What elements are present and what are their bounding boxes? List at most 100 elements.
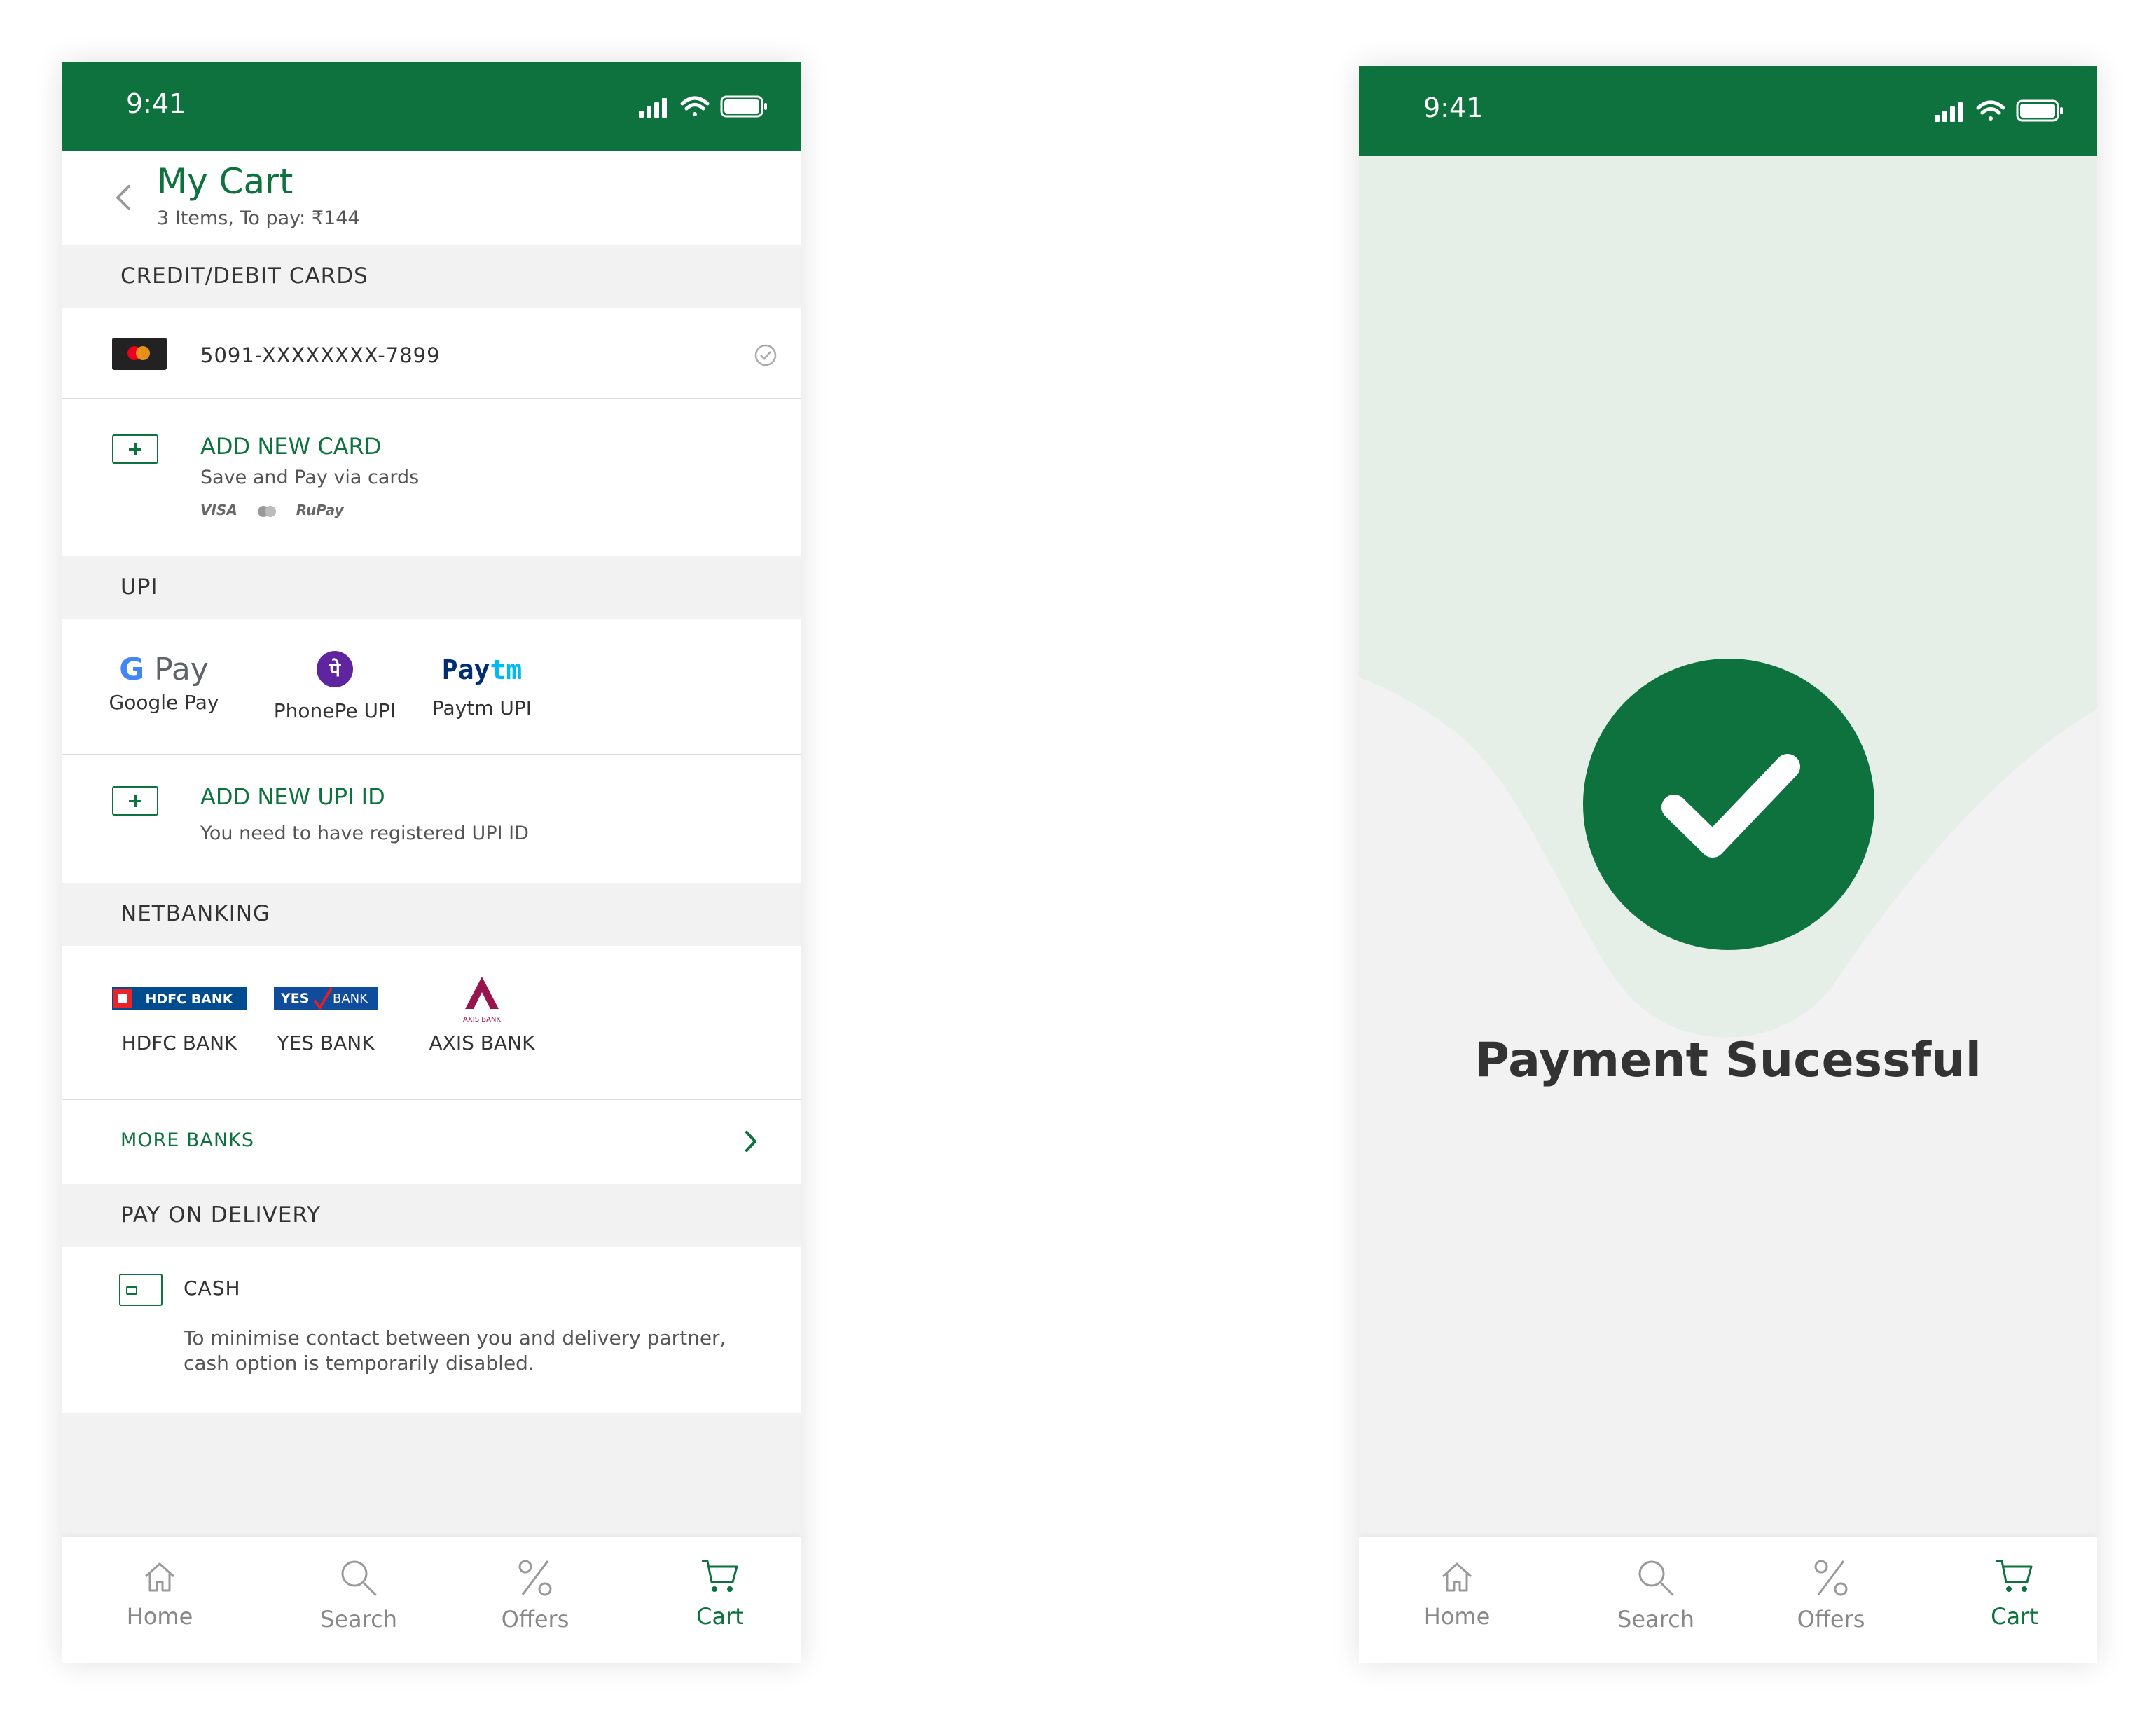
section-title: UPI [120,575,158,600]
payment-success-screen: 9:41 Payment Sucessful Home Search Offer… [1359,66,2097,1663]
cart-icon [1996,1560,2033,1592]
upi-google-pay[interactable]: G Pay Google Pay [101,652,227,714]
wifi-icon [680,96,710,116]
cart-summary: 3 Items, To pay: ₹144 [157,207,360,229]
svg-text:AXIS BANK: AXIS BANK [463,1016,501,1024]
cash-label: CASH [184,1277,241,1300]
add-new-upi-row[interactable]: ADD NEW UPI ID You need to have register… [62,755,801,883]
add-card-icon [112,434,158,464]
section-title: CREDIT/DEBIT CARDS [120,263,368,289]
back-arrow-icon[interactable] [113,184,132,214]
tab-label: Home [126,1603,193,1630]
upi-label: Google Pay [109,691,219,714]
check-circle-icon[interactable] [754,343,778,370]
add-card-subtitle: Save and Pay via cards [200,467,420,488]
status-time: 9:41 [1423,92,1484,123]
status-bar: 9:41 [62,62,801,151]
page-title: My Cart [157,161,293,202]
search-icon [1638,1560,1674,1596]
upi-apps-row: G Pay Google Pay पे PhonePe UPI Paytm Pa… [62,619,801,754]
bank-label: AXIS BANK [429,1031,535,1054]
more-banks-row[interactable]: MORE BANKS [62,1100,801,1184]
phonepe-logo: पे [265,650,405,699]
tab-label: Search [1617,1606,1694,1633]
battery-icon [2016,99,2063,122]
bank-hdfc[interactable]: HDFC BANK HDFC BANK [109,987,249,1054]
visa-logo: VISA [200,502,237,518]
percent-icon [518,1560,552,1596]
tab-label: Offers [501,1606,569,1633]
tab-label: Cart [1991,1603,2038,1630]
cart-screen: 9:41 My Cart 3 Items, To pay: ₹144 CREDI… [62,62,801,1663]
tab-home[interactable]: Home [1394,1558,1520,1630]
bank-label: HDFC BANK [121,1031,237,1054]
status-bar: 9:41 [1359,66,2097,156]
add-card-title: ADD NEW CARD [200,433,382,460]
status-time: 9:41 [126,88,186,119]
wallet-icon [119,1274,163,1306]
wifi-icon [1976,100,2005,121]
bank-axis[interactable]: AXIS BANK AXIS BANK [426,971,538,1054]
tab-label: Offers [1797,1606,1865,1633]
paytm-logo: Paytm [441,654,523,685]
cash-disabled-note: To minimise contact between you and deli… [184,1326,726,1375]
percent-icon [1814,1560,1848,1596]
svg-text:BANK: BANK [333,991,368,1006]
upi-phonepe[interactable]: पे PhonePe UPI [265,650,405,722]
saved-card-number: 5091-XXXXXXXX-7899 [200,343,441,367]
tab-search[interactable]: Search [1593,1558,1719,1633]
bank-yes[interactable]: YES BANK YES BANK [273,987,378,1054]
checkmark-icon [1661,754,1800,858]
signal-icon [1935,102,1963,122]
banks-row: HDFC BANK HDFC BANK YES BANK YES BANK AX… [62,946,801,1099]
tab-label: Search [320,1606,397,1633]
home-icon [1442,1562,1472,1592]
cash-option-row: CASH To minimise contact between you and… [62,1247,801,1413]
tab-offers[interactable]: Offers [1768,1558,1894,1633]
section-title: NETBANKING [120,901,271,926]
bottom-tab-bar: Home Search Offers Cart [1359,1537,2097,1663]
search-icon [341,1560,377,1596]
tab-label: Home [1423,1603,1491,1630]
tab-offers[interactable]: Offers [472,1558,598,1633]
section-title: PAY ON DELIVERY [120,1202,321,1228]
saved-card-row[interactable]: 5091-XXXXXXXX-7899 [62,308,801,398]
svg-text:पे: पे [329,658,341,681]
bank-label: YES BANK [277,1031,375,1054]
upi-paytm[interactable]: Paytm Paytm UPI [426,654,538,720]
google-pay-logo: G Pay [119,652,209,687]
tab-cart[interactable]: Cart [657,1558,783,1630]
add-upi-icon [112,786,158,816]
signal-icon [639,98,667,118]
tab-search[interactable]: Search [296,1558,422,1633]
axis-bank-logo: AXIS BANK [426,971,538,1031]
section-header-cards: CREDIT/DEBIT CARDS [62,245,801,308]
hdfc-logo: HDFC BANK [109,987,249,1031]
add-new-card-row[interactable]: ADD NEW CARD Save and Pay via cards VISA… [62,399,801,556]
tab-label: Cart [696,1603,744,1630]
card-networks: VISA RuPay [200,502,344,518]
svg-text:HDFC BANK: HDFC BANK [145,991,233,1007]
rupay-logo: RuPay [296,502,344,518]
bottom-tab-bar: Home Search Offers Cart [62,1537,801,1663]
status-icons [639,92,772,123]
background-wave [1359,156,2097,1038]
section-header-pay-on-delivery: PAY ON DELIVERY [62,1184,801,1247]
success-badge [1583,659,1874,950]
yes-bank-logo: YES BANK [273,987,378,1031]
home-icon [144,1562,175,1592]
cart-header: My Cart 3 Items, To pay: ₹144 [62,151,801,245]
upi-label: PhonePe UPI [273,699,396,722]
cart-icon [702,1560,738,1592]
mastercard-logo-icon [257,505,276,517]
status-icons [1935,97,2068,128]
chevron-right-icon [744,1129,758,1156]
mastercard-icon [112,338,167,370]
tab-home[interactable]: Home [97,1558,223,1630]
section-header-netbanking: NETBANKING [62,883,801,946]
more-banks-link[interactable]: MORE BANKS [120,1129,254,1151]
svg-text:YES: YES [280,991,309,1006]
upi-label: Paytm UPI [431,696,532,720]
success-message: Payment Sucessful [1474,1033,1982,1088]
tab-cart[interactable]: Cart [1951,1558,2078,1630]
